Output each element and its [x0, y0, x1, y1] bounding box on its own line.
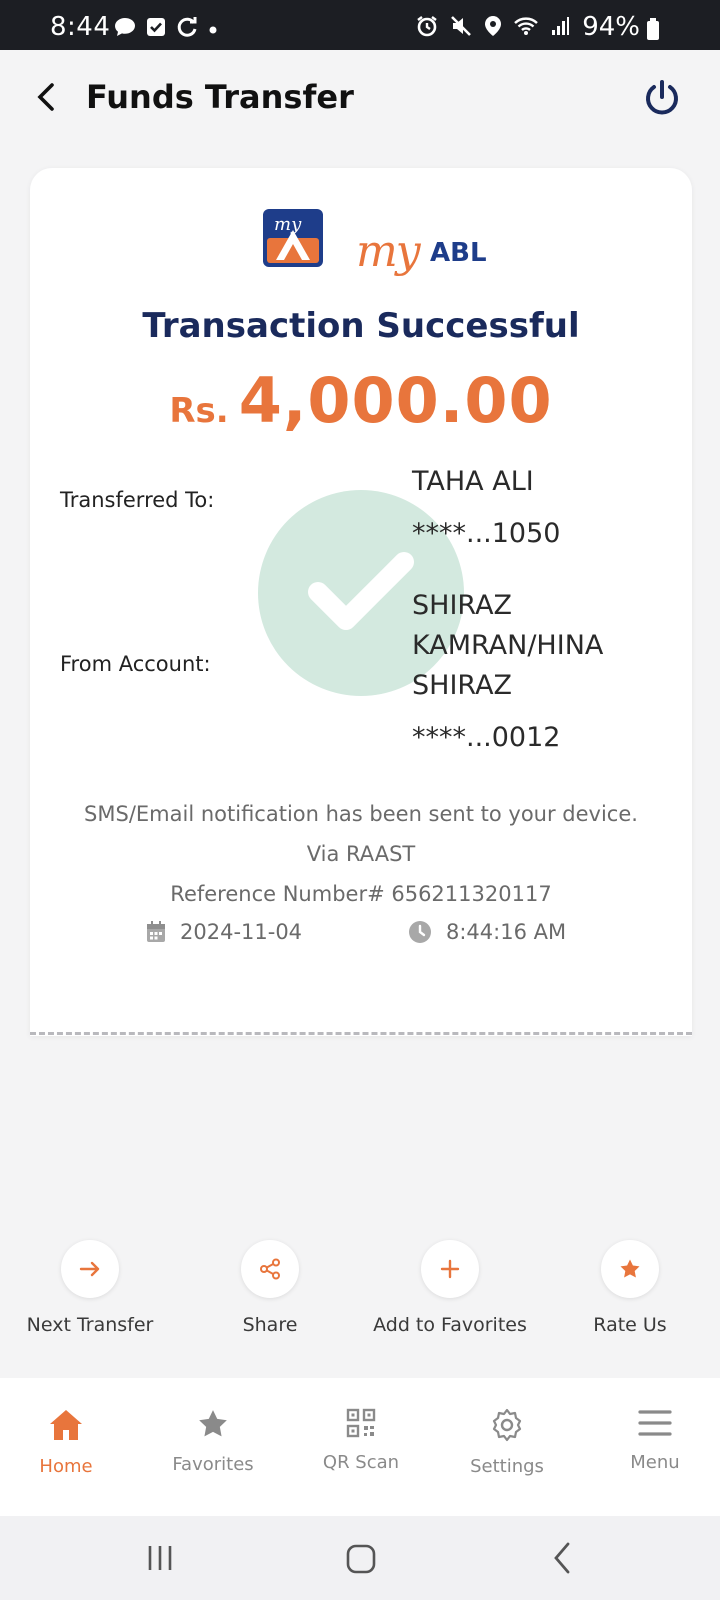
notification-text: SMS/Email notification has been sent to … — [84, 802, 638, 826]
nav-favorites-label: Favorites — [172, 1454, 254, 1475]
check-square-icon — [146, 17, 166, 41]
status-time: 8:44 — [50, 12, 111, 42]
recipient-name: TAHA ALI — [412, 466, 534, 497]
calendar-icon — [147, 921, 165, 942]
page-title: Funds Transfer — [86, 78, 354, 116]
system-navigation-bar — [0, 1516, 720, 1600]
nav-qr-scan-label: QR Scan — [322, 1452, 400, 1473]
amount-value: 4,000.00 — [238, 364, 553, 437]
sync-icon — [176, 16, 198, 42]
transaction-status-title: Transaction Successful — [142, 306, 580, 346]
gear-icon — [492, 1408, 522, 1442]
recent-apps-icon — [148, 1546, 172, 1570]
battery-percent: 94% — [582, 12, 640, 42]
star-icon — [199, 1410, 227, 1437]
next-transfer-label: Next Transfer — [26, 1314, 154, 1336]
share-label: Share — [242, 1314, 298, 1336]
checkmark-icon — [308, 552, 414, 630]
date-value: 2024-11-04 — [180, 920, 303, 944]
chevron-left-icon — [37, 83, 54, 111]
add-to-favorites-button[interactable]: Add to Favorites — [350, 1240, 550, 1336]
time-value: 8:44:16 AM — [446, 920, 567, 944]
recipient-account: ****...1050 — [412, 518, 561, 549]
transferred-to-label: Transferred To: — [60, 488, 215, 512]
via-text: Via RAAST — [306, 842, 416, 866]
nav-settings-label: Settings — [470, 1456, 544, 1477]
home-icon — [50, 1410, 82, 1440]
back-button[interactable] — [28, 76, 64, 118]
logout-button[interactable] — [642, 78, 682, 118]
share-button[interactable]: Share — [170, 1240, 370, 1336]
app-header: Funds Transfer — [0, 50, 720, 150]
transaction-date: 2024-11-04 — [146, 920, 302, 944]
nav-menu-label: Menu — [630, 1452, 680, 1473]
clock-icon — [409, 921, 431, 943]
nav-settings[interactable]: Settings — [437, 1408, 577, 1477]
dot-icon — [208, 20, 218, 39]
home-square-icon — [346, 1544, 376, 1574]
menu-icon — [638, 1410, 672, 1436]
sender-name-line3: SHIRAZ — [412, 670, 513, 701]
share-icon — [260, 1258, 280, 1280]
sender-name-line1: SHIRAZ — [412, 590, 513, 621]
status-bar: 8:44 94% — [0, 0, 720, 50]
currency-label: Rs. — [169, 391, 229, 431]
add-to-favorites-label: Add to Favorites — [373, 1314, 527, 1336]
next-transfer-button[interactable]: Next Transfer — [0, 1240, 190, 1336]
nav-qr-scan[interactable]: QR Scan — [291, 1408, 431, 1473]
home-system-button[interactable] — [346, 1544, 376, 1578]
mute-icon — [450, 15, 472, 41]
from-account-label: From Account: — [60, 652, 211, 676]
logo-my-text: my — [356, 226, 421, 277]
nav-favorites[interactable]: Favorites — [143, 1408, 283, 1475]
amount-display: Rs. 4,000.00 — [30, 364, 692, 437]
nav-home-label: Home — [39, 1456, 93, 1477]
sender-name-line2: KAMRAN/HINA — [412, 630, 604, 661]
nav-home[interactable]: Home — [0, 1408, 136, 1477]
svg-text:my: my — [274, 214, 302, 235]
power-icon — [646, 80, 678, 115]
reference-number: Reference Number# 656211320117 — [170, 882, 552, 906]
nav-menu[interactable]: Menu — [585, 1408, 720, 1473]
alarm-icon — [416, 15, 438, 41]
bottom-navigation: Home Favorites QR Scan Settings Menu — [0, 1378, 720, 1516]
chat-icon — [114, 17, 136, 41]
system-back-button[interactable] — [552, 1542, 572, 1578]
transaction-time: 8:44:16 AM — [408, 920, 566, 944]
signal-icon — [550, 16, 570, 40]
recent-apps-button[interactable] — [146, 1544, 174, 1576]
star-icon — [620, 1259, 640, 1278]
battery-icon — [646, 18, 660, 44]
plus-icon — [440, 1259, 460, 1279]
logo-mark-icon: my — [263, 209, 323, 267]
logo-abl-text: ABL — [430, 238, 487, 268]
rate-us-button[interactable]: Rate Us — [530, 1240, 720, 1336]
receipt-card: my my ABL Transaction Successful Rs. 4,00… — [30, 168, 692, 1036]
wifi-icon — [514, 16, 538, 40]
arrow-right-icon — [79, 1261, 100, 1277]
receipt-perforation — [30, 1032, 692, 1036]
qr-icon — [346, 1408, 376, 1438]
chevron-left-icon — [554, 1542, 570, 1574]
location-icon — [484, 15, 502, 41]
rate-us-label: Rate Us — [593, 1314, 667, 1336]
sender-account: ****...0012 — [412, 722, 561, 753]
